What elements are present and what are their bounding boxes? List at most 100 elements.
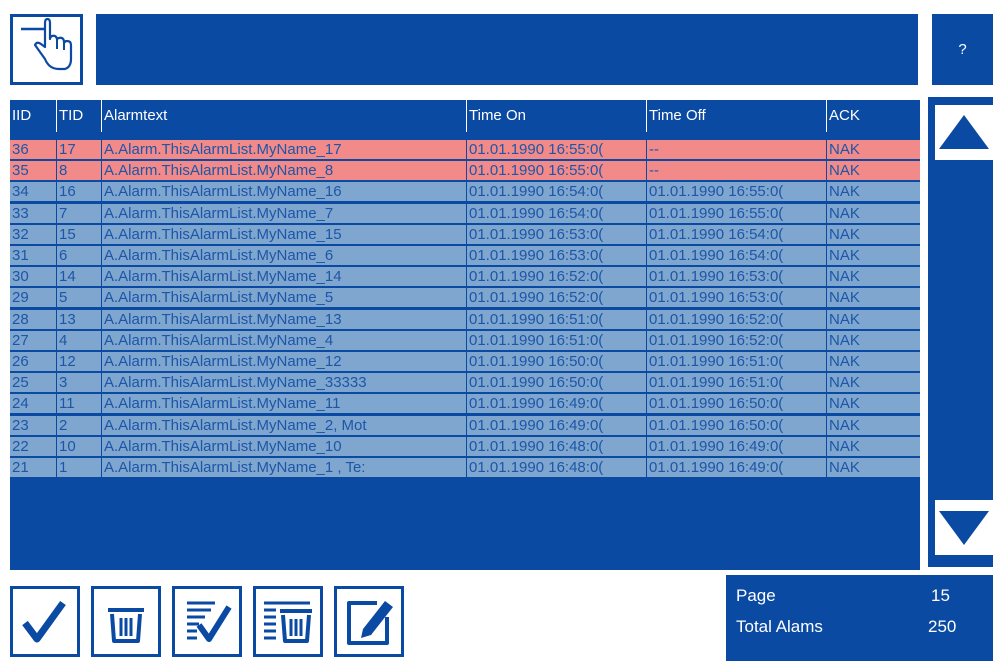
cell-ack: NAK <box>826 415 920 436</box>
cell-on: 01.01.1990 16:55:0( <box>466 161 646 182</box>
cell-on: 01.01.1990 16:55:0( <box>466 140 646 160</box>
cell-text: A.Alarm.ThisAlarmList.MyName_10 <box>101 436 466 457</box>
cell-off: 01.01.1990 16:52:0( <box>646 330 826 351</box>
cell-iid: 25 <box>12 374 29 392</box>
table-row[interactable]: 32 15 A.Alarm.ThisAlarmList.MyName_15 01.01… <box>10 224 920 245</box>
row-divider <box>10 477 920 478</box>
cell-text: A.Alarm.ThisAlarmList.MyName_8 <box>101 161 466 182</box>
cell-ack: NAK <box>826 246 920 266</box>
cell-text: A.Alarm.ThisAlarmList.MyName_11 <box>101 394 466 415</box>
acknowledge-button[interactable] <box>10 586 80 657</box>
table-row[interactable]: 22 10 A.Alarm.ThisAlarmList.MyName_10 01.01… <box>10 436 920 457</box>
list-trash-icon <box>264 601 312 643</box>
table-row[interactable]: 21 1 A.Alarm.ThisAlarmList.MyName_1 , Te: 0… <box>10 458 920 478</box>
cell-tid: 14 <box>56 267 101 288</box>
cell-text: A.Alarm.ThisAlarmList.MyName_14 <box>101 267 466 288</box>
row-divider <box>10 413 920 415</box>
row-divider <box>10 201 920 203</box>
row-divider <box>10 349 920 351</box>
cell-text: A.Alarm.ThisAlarmList.MyName_16 <box>101 182 466 203</box>
cell-on: 01.01.1990 16:52:0( <box>466 288 646 309</box>
total-alarms-value: 250 <box>928 617 957 636</box>
table-row[interactable]: 28 13 A.Alarm.ThisAlarmList.MyName_13 01.01… <box>10 309 920 330</box>
cell-iid: 36 <box>12 141 29 158</box>
column-header-ack[interactable]: ACK <box>826 100 920 132</box>
scroll-panel <box>928 97 993 567</box>
cell-on: 01.01.1990 16:51:0( <box>466 309 646 330</box>
cell-on: 01.01.1990 16:51:0( <box>466 330 646 351</box>
info-panel: Page 15 Total Alams 250 <box>726 575 993 661</box>
help-button[interactable]: ? <box>932 14 993 85</box>
cell-tid: 5 <box>56 288 101 309</box>
cell-text: A.Alarm.ThisAlarmList.MyName_13 <box>101 309 466 330</box>
cell-on: 01.01.1990 16:53:0( <box>466 246 646 266</box>
cell-ack: NAK <box>826 458 920 478</box>
cell-off: 01.01.1990 16:51:0( <box>646 352 826 372</box>
scroll-down-button[interactable] <box>935 500 993 555</box>
edit-button[interactable] <box>334 586 404 657</box>
cell-iid: 23 <box>12 416 29 434</box>
column-header-iid[interactable]: IID <box>10 100 56 132</box>
column-header-alarmtext[interactable]: Alarmtext <box>101 100 466 132</box>
cell-on: 01.01.1990 16:54:0( <box>466 182 646 203</box>
table-row[interactable]: 36 17 A.Alarm.ThisAlarmList.MyName_17 01.01… <box>10 140 920 160</box>
cell-ack: NAK <box>826 373 920 394</box>
arrow-up-icon <box>939 115 989 149</box>
cell-tid: 1 <box>56 458 101 478</box>
edit-icon <box>347 601 393 645</box>
cell-tid: 16 <box>56 182 101 203</box>
hand-button[interactable] <box>10 14 83 85</box>
checklist-icon <box>187 601 232 642</box>
table-row[interactable]: 25 3 A.Alarm.ThisAlarmList.MyName_33333 01.… <box>10 373 920 394</box>
checkmark-icon <box>22 600 66 643</box>
cell-iid: 26 <box>12 353 29 370</box>
column-header-tid[interactable]: TID <box>56 100 101 132</box>
column-header-time-on[interactable]: Time On <box>466 100 646 132</box>
cell-text: A.Alarm.ThisAlarmList.MyName_6 <box>101 246 466 266</box>
cell-ack: NAK <box>826 267 920 288</box>
row-divider <box>10 180 920 182</box>
cell-ack: NAK <box>826 436 920 457</box>
cell-off: 01.01.1990 16:54:0( <box>646 246 826 266</box>
cell-ack: NAK <box>826 161 920 182</box>
cell-iid: 21 <box>12 459 29 476</box>
table-row[interactable]: 34 16 A.Alarm.ThisAlarmList.MyName_16 01.01… <box>10 182 920 203</box>
cell-on: 01.01.1990 16:52:0( <box>466 267 646 288</box>
scroll-up-button[interactable] <box>935 105 993 160</box>
cell-iid: 32 <box>12 225 29 243</box>
table-row[interactable]: 23 2 A.Alarm.ThisAlarmList.MyName_2, Mot 01… <box>10 415 920 436</box>
cell-tid: 11 <box>56 394 101 415</box>
cell-off: 01.01.1990 16:54:0( <box>646 224 826 245</box>
row-divider <box>10 243 920 245</box>
trash-icon <box>108 608 144 643</box>
cell-iid: 35 <box>12 162 29 180</box>
cell-iid: 22 <box>12 437 29 455</box>
acknowledge-all-button[interactable] <box>172 586 242 657</box>
table-row[interactable]: 24 11 A.Alarm.ThisAlarmList.MyName_11 01.01… <box>10 394 920 415</box>
table-row[interactable]: 33 7 A.Alarm.ThisAlarmList.MyName_7 01.01.1… <box>10 203 920 224</box>
delete-all-button[interactable] <box>253 586 323 657</box>
table-row[interactable]: 27 4 A.Alarm.ThisAlarmList.MyName_4 01.01.1… <box>10 330 920 351</box>
hand-pointer-icon <box>21 17 73 71</box>
delete-button[interactable] <box>91 586 161 657</box>
cell-off: 01.01.1990 16:53:0( <box>646 267 826 288</box>
table-row[interactable]: 29 5 A.Alarm.ThisAlarmList.MyName_5 01.01.1… <box>10 288 920 309</box>
table-row[interactable]: 35 8 A.Alarm.ThisAlarmList.MyName_8 01.01.1… <box>10 161 920 182</box>
cell-iid: 29 <box>12 289 29 307</box>
cell-tid: 7 <box>56 203 101 224</box>
page-value: 15 <box>931 586 950 605</box>
cell-iid: 30 <box>12 268 29 286</box>
cell-ack: NAK <box>826 203 920 224</box>
column-header-time-off[interactable]: Time Off <box>646 100 826 132</box>
table-row[interactable]: 26 12 A.Alarm.ThisAlarmList.MyName_12 01.01… <box>10 352 920 372</box>
cell-tid: 10 <box>56 436 101 457</box>
cell-ack: NAK <box>826 140 920 160</box>
cell-iid: 34 <box>12 183 29 201</box>
table-row[interactable]: 30 14 A.Alarm.ThisAlarmList.MyName_14 01.01… <box>10 267 920 288</box>
cell-iid: 28 <box>12 310 29 328</box>
table-row[interactable]: 31 6 A.Alarm.ThisAlarmList.MyName_6 01.01.1… <box>10 246 920 266</box>
cell-text: A.Alarm.ThisAlarmList.MyName_4 <box>101 330 466 351</box>
cell-text: A.Alarm.ThisAlarmList.MyName_2, Mot <box>101 415 466 436</box>
cell-tid: 3 <box>56 373 101 394</box>
row-divider <box>10 265 920 266</box>
